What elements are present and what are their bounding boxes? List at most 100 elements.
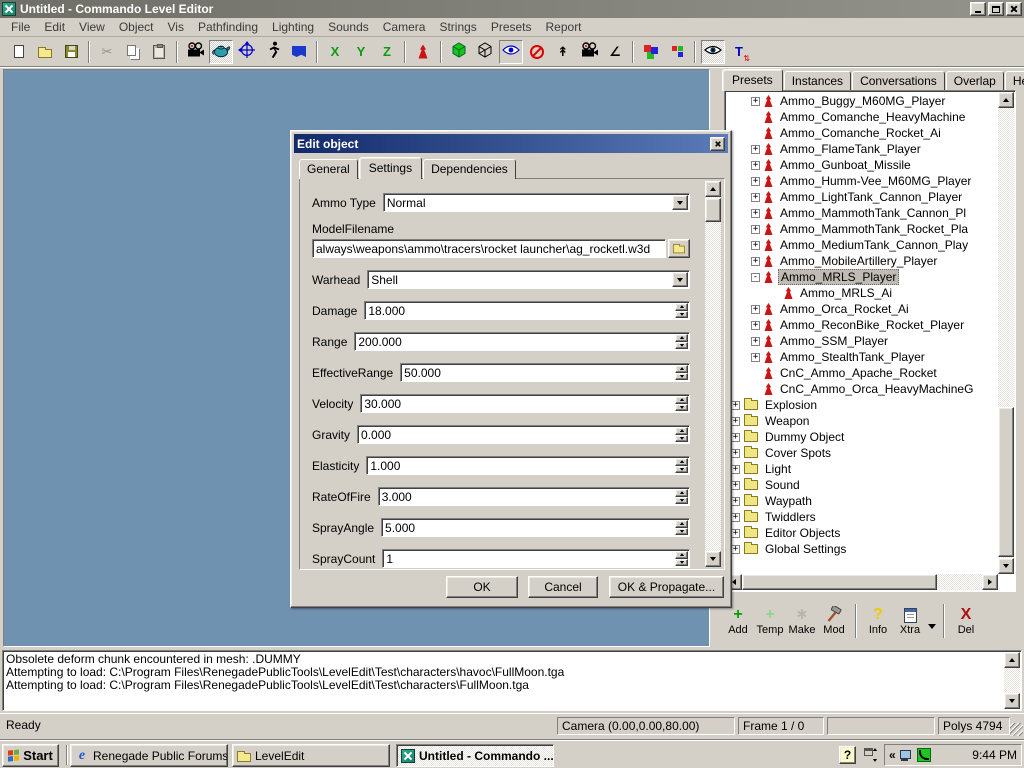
- tree-expander[interactable]: +: [731, 417, 740, 426]
- tree-item-label[interactable]: Ammo_ReconBike_Rocket_Player: [778, 318, 966, 332]
- vis-points-button[interactable]: [639, 40, 663, 64]
- scroll-down-button[interactable]: [705, 551, 721, 567]
- tree-expander[interactable]: +: [731, 449, 740, 458]
- dialog-title-bar[interactable]: Edit object: [294, 134, 728, 153]
- tree-expander[interactable]: +: [731, 481, 740, 490]
- elasticity-input[interactable]: 1.000: [366, 456, 690, 475]
- range-spin-up[interactable]: [675, 334, 688, 342]
- tree-item-label[interactable]: Ammo_MobileArtillery_Player: [778, 254, 939, 268]
- range-spin-down[interactable]: [675, 342, 688, 350]
- info-button[interactable]: ?Info: [862, 600, 894, 642]
- tree-row[interactable]: +Ammo_Buggy_M60MG_Player: [727, 93, 997, 109]
- import-tool-button[interactable]: ↟: [551, 40, 575, 64]
- dialog-tab-settings[interactable]: Settings: [359, 157, 422, 179]
- tab-heightfield[interactable]: Heightfield: [1005, 71, 1024, 91]
- tree-item-label[interactable]: Global Settings: [763, 542, 848, 556]
- tree-row[interactable]: +Dummy Object: [727, 429, 997, 445]
- tree-item-label[interactable]: Ammo_Orca_Rocket_Ai: [778, 302, 911, 316]
- minimize-button[interactable]: [970, 2, 986, 16]
- spray-count-spinner[interactable]: [675, 551, 688, 566]
- open-file-button[interactable]: [33, 40, 57, 64]
- rate-of-fire-spin-down[interactable]: [675, 497, 688, 505]
- tree-row[interactable]: CnC_Ammo_Orca_HeavyMachineG: [727, 381, 997, 397]
- velocity-spinner[interactable]: [675, 396, 688, 411]
- tree-item-label[interactable]: Ammo_LightTank_Cannon_Player: [778, 190, 964, 204]
- menu-file[interactable]: File: [4, 18, 37, 36]
- copy-button[interactable]: [121, 40, 145, 64]
- model-filename-browse-button[interactable]: [668, 239, 690, 258]
- vis-camera-button[interactable]: [499, 40, 523, 64]
- menu-strings[interactable]: Strings: [432, 18, 483, 36]
- maximize-button[interactable]: [988, 2, 1004, 16]
- elasticity-spin-down[interactable]: [675, 466, 688, 474]
- tree-expander[interactable]: -: [751, 273, 760, 282]
- tree-row[interactable]: +Ammo_MammothTank_Cannon_Pl: [727, 205, 997, 221]
- task-renegade-forums[interactable]: eRenegade Public Forums ...: [70, 744, 228, 767]
- menu-presets[interactable]: Presets: [484, 18, 539, 36]
- damage-input[interactable]: 18.000: [364, 301, 690, 320]
- tree-item-label[interactable]: Ammo_StealthTank_Player: [778, 350, 927, 364]
- spray-angle-spin-up[interactable]: [675, 520, 688, 528]
- render-teapot-button[interactable]: [209, 40, 233, 64]
- tree-vertical-scrollbar[interactable]: [998, 92, 1014, 574]
- vis-disable-button[interactable]: [525, 40, 549, 64]
- dialog-tab-general[interactable]: General: [299, 159, 358, 179]
- tree-expander[interactable]: +: [731, 401, 740, 410]
- effective-range-spin-down[interactable]: [675, 373, 688, 381]
- ammo-type-dropdown-button[interactable]: [672, 195, 688, 210]
- scroll-up-button[interactable]: [1004, 652, 1020, 668]
- task-leveledit-folder[interactable]: LevelEdit: [232, 744, 390, 767]
- tree-item-label[interactable]: Dummy Object: [763, 430, 846, 444]
- tree-item-label[interactable]: Light: [763, 462, 793, 476]
- cancel-button[interactable]: Cancel: [528, 576, 598, 598]
- log-scrollbar[interactable]: [1004, 652, 1020, 709]
- spray-count-spin-up[interactable]: [675, 551, 688, 559]
- model-filename-input[interactable]: always\weapons\ammo\tracers\rocket launc…: [312, 239, 666, 258]
- scroll-track[interactable]: [705, 181, 721, 567]
- tree-expander[interactable]: +: [731, 513, 740, 522]
- tab-instances[interactable]: Instances: [784, 71, 851, 91]
- tree-item-label[interactable]: Sound: [763, 478, 802, 492]
- pathfind-points-button[interactable]: [665, 40, 689, 64]
- velocity-spin-up[interactable]: [675, 396, 688, 404]
- tray-chevron[interactable]: «: [889, 748, 896, 762]
- tree-expander[interactable]: +: [751, 177, 760, 186]
- tree-row[interactable]: +Ammo_Gunboat_Missile: [727, 157, 997, 173]
- menu-sounds[interactable]: Sounds: [321, 18, 376, 36]
- tree-row[interactable]: +Global Settings: [727, 541, 997, 557]
- gravity-spin-up[interactable]: [675, 427, 688, 435]
- menu-object[interactable]: Object: [112, 18, 161, 36]
- tree-row[interactable]: +Ammo_MobileArtillery_Player: [727, 253, 997, 269]
- tab-conversations[interactable]: Conversations: [852, 71, 945, 91]
- network-computer-icon[interactable]: [900, 750, 913, 761]
- tree-row[interactable]: Ammo_Comanche_Rocket_Ai: [727, 125, 997, 141]
- axis-x-button[interactable]: X: [323, 40, 347, 64]
- save-file-button[interactable]: [59, 40, 83, 64]
- tree-item-label[interactable]: CnC_Ammo_Orca_HeavyMachineG: [778, 382, 975, 396]
- tree-expander[interactable]: +: [751, 161, 760, 170]
- tree-item-label[interactable]: Ammo_Comanche_Rocket_Ai: [778, 126, 943, 140]
- damage-spinner[interactable]: [675, 303, 688, 318]
- scroll-right-button[interactable]: [982, 574, 998, 590]
- spray-angle-spin-down[interactable]: [675, 528, 688, 536]
- tree-row[interactable]: + Sound: [727, 477, 997, 493]
- gravity-input[interactable]: 0.000: [357, 425, 690, 444]
- range-input[interactable]: 200.000: [354, 332, 690, 351]
- menu-camera[interactable]: Camera: [376, 18, 433, 36]
- ok-button[interactable]: OK: [446, 576, 518, 598]
- effective-range-spin-up[interactable]: [675, 365, 688, 373]
- tree-row[interactable]: +Ammo_Orca_Rocket_Ai: [727, 301, 997, 317]
- scroll-thumb[interactable]: [705, 198, 721, 222]
- tree-expander[interactable]: +: [751, 225, 760, 234]
- gravity-spin-down[interactable]: [675, 435, 688, 443]
- elasticity-spinner[interactable]: [675, 458, 688, 473]
- tab-presets[interactable]: Presets: [722, 69, 783, 91]
- tree-row[interactable]: -Ammo_MRLS_Player: [727, 269, 997, 285]
- tree-horizontal-scrollbar[interactable]: [726, 574, 998, 590]
- tree-item-label[interactable]: Ammo_MediumTank_Cannon_Play: [778, 238, 970, 252]
- tree-expander[interactable]: +: [751, 193, 760, 202]
- tree-item-label[interactable]: Ammo_MammothTank_Cannon_Pl: [778, 206, 968, 220]
- tree-item-label[interactable]: Ammo_MRLS_Ai: [798, 286, 894, 300]
- rate-of-fire-input[interactable]: 3.000: [378, 487, 690, 506]
- tree-item-label[interactable]: Cover Spots: [763, 446, 833, 460]
